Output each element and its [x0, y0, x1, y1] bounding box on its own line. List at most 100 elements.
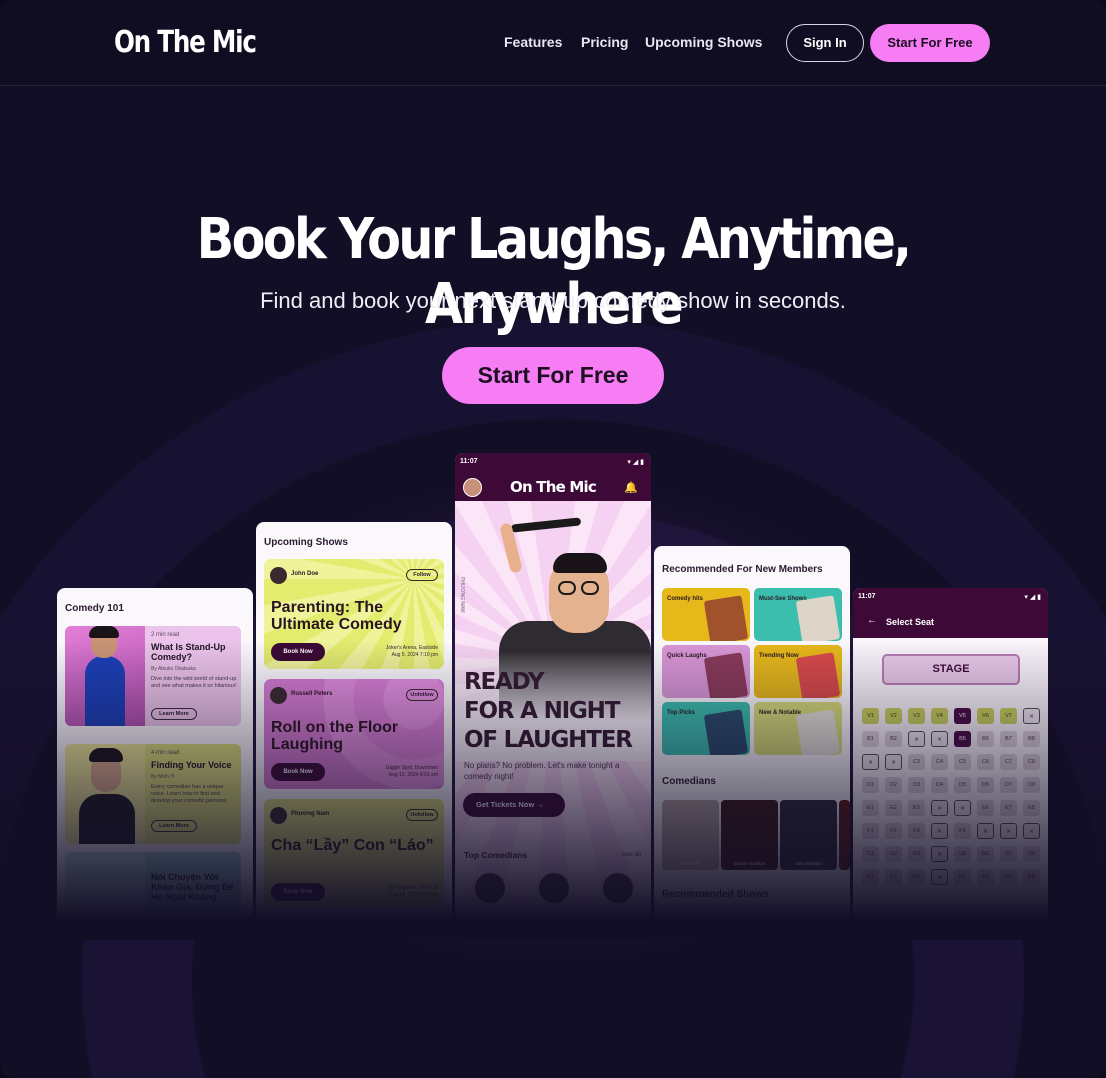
seat[interactable]: V4	[931, 708, 948, 724]
seat[interactable]: E1	[862, 869, 879, 885]
learn-more-button[interactable]: Learn More	[151, 708, 197, 720]
seat-unavailable: ✕	[954, 800, 971, 816]
seat[interactable]: C5	[954, 754, 971, 770]
seat[interactable]: B5	[954, 731, 971, 747]
category-card[interactable]: Quick Laughs	[662, 645, 750, 698]
seat[interactable]: D4	[931, 777, 948, 793]
seat[interactable]: E3	[908, 869, 925, 885]
seat[interactable]: E7	[1000, 869, 1017, 885]
nav-link-features[interactable]: Features	[504, 34, 562, 50]
seat[interactable]: V2	[885, 708, 902, 724]
seat[interactable]: C6	[977, 754, 994, 770]
seat[interactable]: B1	[862, 731, 879, 747]
seat[interactable]: D2	[885, 777, 902, 793]
comedian-card[interactable]: Nick Lee	[662, 800, 719, 870]
category-card[interactable]: Must-See Shows	[754, 588, 842, 641]
unfollow-button[interactable]: Unfollow	[406, 809, 438, 821]
learn-more-button[interactable]: Learn More	[151, 820, 197, 832]
article-desc: Dive into the wild world of stand-up and…	[151, 676, 237, 689]
seat[interactable]: E6	[977, 869, 994, 885]
article-card[interactable]: Nói Chuyện Với Khán Giả, Đừng Để Họ Ngồi…	[65, 852, 241, 928]
sign-in-button[interactable]: Sign In	[786, 24, 864, 62]
seat[interactable]: C7	[1000, 754, 1017, 770]
seat[interactable]: E8	[1023, 800, 1040, 816]
nav-start-free-button[interactable]: Start For Free	[870, 24, 990, 62]
category-card[interactable]: New & Notable	[754, 702, 842, 755]
bell-icon[interactable]: 🔔	[624, 481, 638, 494]
article-image	[65, 852, 145, 928]
article-card[interactable]: 4 min read Finding Your Voice By Minh Ti…	[65, 744, 241, 844]
comedian-avatar[interactable]	[603, 873, 633, 903]
category-card[interactable]: Comedy hits	[662, 588, 750, 641]
seat[interactable]: V7	[1000, 708, 1017, 724]
seat[interactable]: D6	[977, 777, 994, 793]
seat[interactable]: G8	[1023, 846, 1040, 862]
show-card[interactable]: Russell Peters Unfollow Roll on the Floo…	[264, 679, 444, 789]
seat[interactable]: G1	[862, 846, 879, 862]
seat[interactable]: G5	[954, 846, 971, 862]
unfollow-button[interactable]: Unfollow	[406, 689, 438, 701]
seat[interactable]: E3	[908, 800, 925, 816]
seat[interactable]: D5	[954, 777, 971, 793]
seat[interactable]: B8	[1023, 731, 1040, 747]
seat[interactable]: G2	[885, 846, 902, 862]
article-meta: 2 min read	[151, 632, 180, 638]
seat[interactable]: V5	[954, 708, 971, 724]
seat[interactable]: D1	[862, 777, 879, 793]
show-card[interactable]: John Doe Follow Parenting: The Ultimate …	[264, 559, 444, 669]
status-icons: ▾ ◢ ▮	[627, 459, 644, 466]
comedian-avatar[interactable]	[539, 873, 569, 903]
comedian-avatar[interactable]	[475, 873, 505, 903]
seat-unavailable: ✕	[977, 823, 994, 839]
seat[interactable]: D8	[1023, 777, 1040, 793]
seat[interactable]: E6	[977, 800, 994, 816]
seat[interactable]: E2	[885, 800, 902, 816]
seat[interactable]: B6	[977, 731, 994, 747]
get-tickets-button[interactable]: Get Tickets Now →	[463, 793, 565, 817]
seat[interactable]: E1	[862, 800, 879, 816]
home-body: No plans? No problem. Let's make tonight…	[464, 761, 620, 781]
nav-link-upcoming-shows[interactable]: Upcoming Shows	[645, 34, 762, 50]
seat[interactable]: V3	[908, 708, 925, 724]
seat[interactable]: V1	[862, 708, 879, 724]
seat[interactable]: F3	[908, 823, 925, 839]
seat[interactable]: E5	[954, 869, 971, 885]
article-card[interactable]: 2 min read What Is Stand-Up Comedy? By A…	[65, 626, 241, 726]
comedian-card[interactable]: Mike Birbiglia	[780, 800, 837, 870]
seat[interactable]: B2	[885, 731, 902, 747]
seat[interactable]: D7	[1000, 777, 1017, 793]
seat[interactable]: E7	[1000, 800, 1017, 816]
seat-unavailable: ✕	[862, 754, 879, 770]
book-now-button[interactable]: Book Now	[271, 763, 325, 781]
seat[interactable]: G7	[1000, 846, 1017, 862]
book-now-button[interactable]: Book Now	[271, 883, 325, 901]
seat[interactable]: B7	[1000, 731, 1017, 747]
book-now-button[interactable]: Book Now	[271, 643, 325, 661]
comedian-card[interactable]	[839, 800, 850, 870]
seat[interactable]: D3	[908, 777, 925, 793]
category-card[interactable]: Top Picks	[662, 702, 750, 755]
show-venue: Hội Ông Khói, TP.HCM Aug 14, 2024 9:00 pm	[387, 885, 438, 898]
seat[interactable]: E8	[1023, 869, 1040, 885]
seat[interactable]: F1	[862, 823, 879, 839]
comedian-card[interactable]: Daniel Hamilton	[721, 800, 778, 870]
seat[interactable]: C4	[931, 754, 948, 770]
see-all-link[interactable]: See all	[621, 851, 641, 858]
site-logo[interactable]: On The Mic	[114, 25, 257, 60]
follow-button[interactable]: Follow	[406, 569, 438, 581]
show-venue: Giggle Spot, Downtown Aug 12, 2024 8:01 a…	[385, 765, 438, 778]
seat[interactable]: C8	[1023, 754, 1040, 770]
hero-start-free-button[interactable]: Start For Free	[442, 347, 664, 404]
seat[interactable]: C3	[908, 754, 925, 770]
show-card[interactable]: Phương Nam Unfollow Cha “Lầy” Con “Láo” …	[264, 799, 444, 909]
category-card[interactable]: Trending Now	[754, 645, 842, 698]
back-arrow-icon[interactable]: ←	[867, 615, 877, 626]
seat[interactable]: G6	[977, 846, 994, 862]
seat[interactable]: G3	[908, 846, 925, 862]
seat[interactable]: E2	[885, 869, 902, 885]
seat[interactable]: V6	[977, 708, 994, 724]
seat[interactable]: F2	[885, 823, 902, 839]
nav-link-pricing[interactable]: Pricing	[581, 34, 628, 50]
home-headline: READY FOR A NIGHT OF LAUGHTER	[464, 669, 633, 753]
seat[interactable]: F5	[954, 823, 971, 839]
